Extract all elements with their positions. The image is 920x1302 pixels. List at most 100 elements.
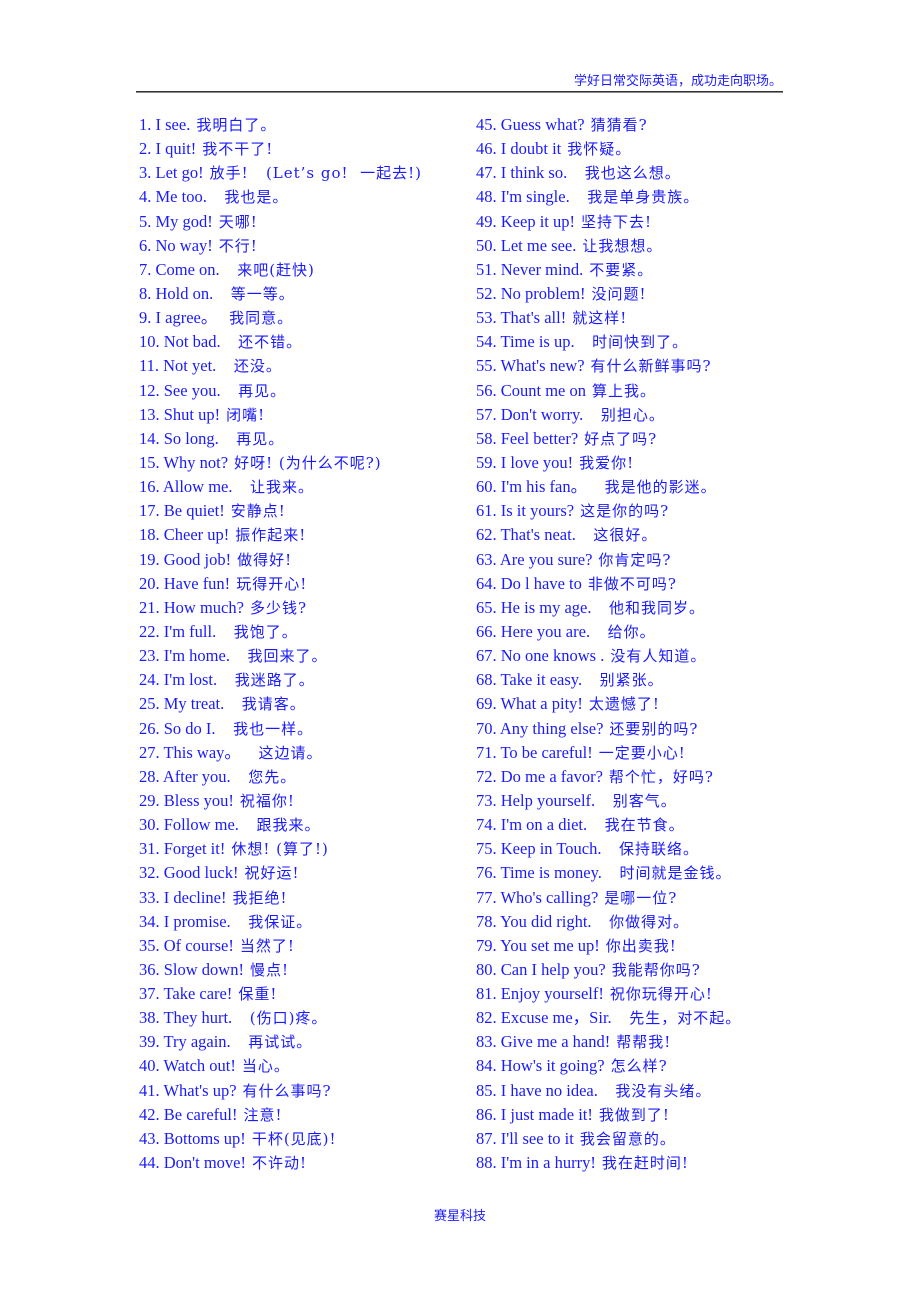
phrase-english: Good job!: [163, 549, 232, 569]
phrase-item: 50. Let me see. 让我想想。: [476, 234, 741, 258]
phrase-number: 16.: [139, 477, 160, 497]
phrase-item: 8. Hold on. 等一等。: [139, 282, 422, 306]
phrase-english: Forget it!: [163, 839, 226, 859]
phrase-english: Allow me.: [162, 477, 233, 497]
phrase-item: 23. I'm home. 我回来了。: [139, 644, 422, 668]
phrase-chinese: 注意!: [243, 1105, 283, 1124]
phrase-english: My god!: [155, 211, 213, 231]
phrase-english: I'm on a diet.: [500, 815, 588, 835]
phrase-english: This way。: [163, 742, 241, 762]
phrase-number: 2.: [139, 139, 152, 159]
phrase-chinese: 不许动!: [252, 1154, 308, 1173]
phrase-item: 80. Can I help you? 我能帮你吗?: [476, 958, 741, 982]
phrase-number: 24.: [139, 670, 160, 690]
phrase-number: 81.: [476, 984, 497, 1004]
phrase-number: 66.: [476, 621, 497, 641]
phrase-english: Take care!: [163, 984, 233, 1004]
phrase-item: 40. Watch out! 当心。: [139, 1054, 422, 1078]
phrase-item: 86. I just made it! 我做到了!: [476, 1103, 741, 1127]
phrase-number: 60.: [476, 477, 497, 497]
phrase-chinese: 来吧(赶快): [225, 260, 315, 279]
phrase-number: 18.: [139, 525, 160, 545]
phrase-english: Give me a hand!: [500, 1032, 611, 1052]
phrase-item: 20. Have fun! 玩得开心!: [139, 572, 422, 596]
phrase-item: 45. Guess what? 猜猜看?: [476, 113, 741, 137]
phrase-english: Keep it up!: [500, 211, 575, 231]
phrase-item: 34. I promise. 我保证。: [139, 910, 422, 934]
phrase-english: Bless you!: [163, 790, 234, 810]
phrase-number: 71.: [476, 742, 497, 762]
phrase-english: Watch out!: [163, 1056, 236, 1076]
phrase-chinese: 非做不可吗?: [587, 574, 677, 593]
phrase-item: 51. Never mind. 不要紧。: [476, 258, 741, 282]
phrase-item: 82. Excuse me，Sir. 先生，对不起。: [476, 1006, 741, 1030]
phrase-number: 76.: [476, 863, 497, 883]
phrase-chinese: 当心。: [241, 1057, 290, 1076]
phrase-item: 2. I quit! 我不干了!: [139, 137, 422, 161]
phrase-chinese: 再见。: [224, 429, 285, 448]
phrase-chinese: 祝好运!: [244, 864, 300, 883]
phrase-item: 81. Enjoy yourself! 祝你玩得开心!: [476, 982, 741, 1006]
phrase-item: 61. Is it yours? 这是你的吗?: [476, 499, 741, 523]
phrase-english: How's it going?: [500, 1056, 605, 1076]
phrase-list-right: 45. Guess what? 猜猜看? 46. I doubt it 我怀疑。 47.…: [476, 113, 741, 1175]
phrase-english: What's up?: [163, 1080, 237, 1100]
phrase-chinese: 先生，对不起。: [617, 1009, 742, 1028]
phrase-english: I'm single.: [500, 187, 570, 207]
phrase-item: 38. They hurt. (伤口)疼。: [139, 1006, 422, 1030]
phrase-number: 70.: [476, 718, 497, 738]
phrase-number: 9.: [139, 308, 152, 328]
phrase-number: 54.: [476, 332, 497, 352]
phrase-item: 55. What's new? 有什么新鲜事吗?: [476, 354, 741, 378]
phrase-item: 32. Good luck! 祝好运!: [139, 861, 422, 885]
phrase-number: 19.: [139, 549, 160, 569]
phrase-english: Can I help you?: [500, 959, 606, 979]
phrase-number: 35.: [139, 935, 160, 955]
phrase-english: See you.: [163, 380, 221, 400]
phrase-english: Slow down!: [163, 959, 244, 979]
phrase-item: 68. Take it easy. 别紧张。: [476, 668, 741, 692]
phrase-chinese: 休想! (算了!): [231, 840, 329, 859]
phrase-number: 61.: [476, 501, 497, 521]
phrase-chinese: 坚持下去!: [580, 212, 653, 231]
phrase-number: 33.: [139, 887, 160, 907]
phrase-number: 63.: [476, 549, 497, 569]
phrase-number: 74.: [476, 815, 497, 835]
phrase-item: 79. You set me up! 你出卖我!: [476, 934, 741, 958]
phrase-number: 52.: [476, 283, 497, 303]
phrase-item: 77. Who's calling? 是哪一位?: [476, 886, 741, 910]
phrase-number: 43.: [139, 1128, 160, 1148]
phrase-item: 74. I'm on a diet. 我在节食。: [476, 813, 741, 837]
phrase-english: What's new?: [500, 356, 585, 376]
phrase-number: 15.: [139, 452, 160, 472]
phrase-number: 3.: [139, 163, 152, 183]
phrase-number: 64.: [476, 573, 497, 593]
phrase-chinese: 祝福你!: [239, 791, 295, 810]
phrase-english: I agree。: [155, 308, 218, 328]
phrase-number: 83.: [476, 1032, 497, 1052]
phrase-number: 32.: [139, 863, 160, 883]
phrase-item: 5. My god! 天哪!: [139, 210, 422, 234]
phrase-item: 24. I'm lost. 我迷路了。: [139, 668, 422, 692]
phrase-number: 17.: [139, 501, 160, 521]
phrase-item: 29. Bless you! 祝福你!: [139, 789, 422, 813]
phrase-number: 50.: [476, 235, 497, 255]
page-footer-company: 赛星科技: [433, 1209, 486, 1224]
phrase-chinese: 我请客。: [230, 695, 306, 714]
phrase-chinese: 给你。: [596, 622, 656, 641]
phrase-number: 85.: [476, 1080, 497, 1100]
phrase-item: 21. How much? 多少钱?: [139, 596, 422, 620]
phrase-item: 57. Don't worry. 别担心。: [476, 403, 741, 427]
phrase-item: 13. Shut up! 闭嘴!: [139, 403, 422, 427]
phrase-english: Count me on: [500, 380, 586, 400]
phrase-chinese: 好呀! (为什么不呢?): [234, 453, 382, 472]
phrase-item: 37. Take care! 保重!: [139, 982, 422, 1006]
phrase-item: 52. No problem! 没问题!: [476, 282, 741, 306]
phrase-chinese: 我没有头绪。: [603, 1081, 712, 1100]
phrase-english: Shut up!: [163, 404, 221, 424]
phrase-english: To be careful!: [500, 742, 593, 762]
phrase-chinese: 当然了!: [239, 936, 295, 955]
phrase-english: I see.: [155, 115, 191, 134]
phrase-english: Try again.: [163, 1032, 231, 1052]
phrase-english: Of course!: [163, 935, 234, 955]
